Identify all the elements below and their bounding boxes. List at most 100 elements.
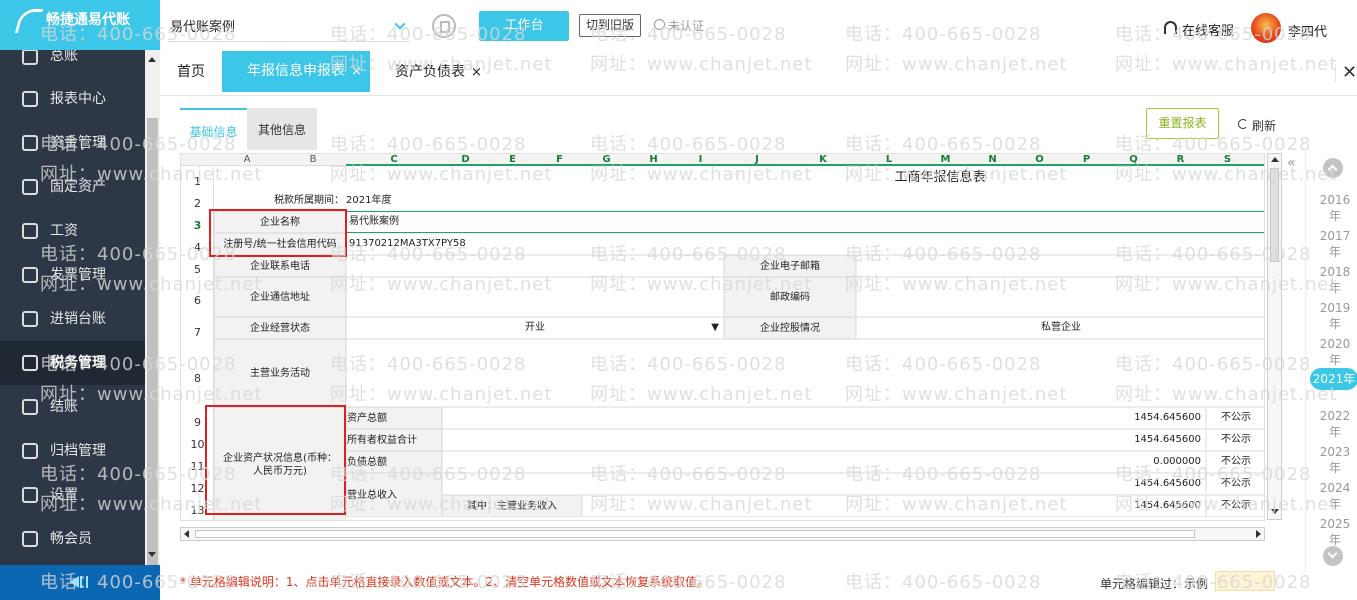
period-label: 税款所属期间： <box>274 195 344 206</box>
scroll-thumb[interactable] <box>195 530 1195 538</box>
row-number[interactable]: 5 <box>181 263 214 276</box>
holding-value[interactable]: 私营企业 <box>856 317 1264 339</box>
sidebar-item-label: 进销台账 <box>50 311 106 327</box>
sidebar-item-member[interactable]: 畅会员 <box>0 517 145 561</box>
spreadsheet[interactable]: A B C D E F G H I J K L M N O P Q R S 1 … <box>180 153 1265 521</box>
status-select[interactable]: 开业 ▼ <box>346 317 724 339</box>
finance-value[interactable]: 1454.645600 <box>442 407 1206 429</box>
reg-no-cell[interactable]: 91370212MA3TX7PY58 <box>346 233 1264 255</box>
finance-label: 营业总收入 <box>346 473 442 517</box>
column-b[interactable]: B <box>280 154 346 166</box>
year-up-button[interactable] <box>1323 158 1343 178</box>
edit-instructions: * 单元格编辑说明：1、点击单元格直接录入数值或文本。2、清空单元格数值或文本恢… <box>180 575 710 589</box>
phone-cell[interactable] <box>346 255 724 277</box>
public-flag[interactable]: 不公示 <box>1206 429 1264 451</box>
year-item[interactable]: 2024年 <box>1315 481 1355 512</box>
finance-value[interactable]: 0.000000 <box>442 451 1206 473</box>
period-value[interactable]: 2021年度 <box>346 191 546 211</box>
reset-report-button[interactable]: 重置报表 <box>1146 108 1219 139</box>
account-select[interactable]: 易代账案例 <box>168 14 410 42</box>
tab-home[interactable]: 首页 <box>177 50 205 95</box>
public-flag[interactable]: 不公示 <box>1206 473 1264 495</box>
collapse-rail-icon[interactable]: « <box>1287 155 1296 171</box>
calendar-icon[interactable] <box>432 14 456 38</box>
dropdown-arrow-icon[interactable]: ▼ <box>711 318 719 338</box>
year-down-button[interactable] <box>1323 546 1343 566</box>
column-a[interactable]: A <box>214 154 280 166</box>
sidebar-scrollbar[interactable] <box>145 50 160 596</box>
year-item-active[interactable]: 2021年 <box>1310 368 1357 390</box>
sidebar-item-close-books[interactable]: 结账 <box>0 385 145 429</box>
brand-logo[interactable]: 畅捷通易代账 <box>0 0 160 50</box>
edited-cell-sample <box>1215 571 1275 591</box>
sidebar-item-inventory[interactable]: 进销台账 <box>0 297 145 341</box>
sidebar-item-fixed-assets[interactable]: 固定资产 <box>0 165 145 209</box>
online-service-link[interactable]: 在线客服 <box>1164 20 1234 39</box>
sheet-vertical-scrollbar[interactable] <box>1267 153 1282 520</box>
public-flag[interactable]: 不公示 <box>1206 495 1264 517</box>
close-all-tabs-icon[interactable]: ✕ <box>1335 64 1357 82</box>
scroll-right-icon[interactable] <box>1256 530 1261 538</box>
sidebar-item-funds[interactable]: 资金管理 <box>0 121 145 165</box>
row-number[interactable]: 6 <box>181 294 214 307</box>
tab-balance-sheet[interactable]: 资产负债表 × <box>395 50 482 95</box>
online-service-label: 在线客服 <box>1182 24 1235 39</box>
postcode-cell[interactable] <box>856 277 1264 317</box>
collapse-arrow-icon <box>70 576 79 588</box>
verify-label: 未认证 <box>668 19 705 33</box>
postcode-label: 邮政编码 <box>724 277 856 317</box>
close-icon[interactable]: × <box>471 65 482 80</box>
year-item[interactable]: 2018年 <box>1315 265 1355 296</box>
verify-status[interactable]: 未认证 <box>654 17 704 34</box>
company-name-cell[interactable]: 易代账案例 <box>346 211 1264 233</box>
public-flag[interactable]: 不公示 <box>1206 407 1264 429</box>
scroll-down-icon[interactable] <box>1271 509 1279 514</box>
archive-icon <box>22 443 38 459</box>
year-item[interactable]: 2023年 <box>1315 445 1355 476</box>
year-item[interactable]: 2022年 <box>1315 409 1355 440</box>
address-label: 企业通信地址 <box>214 277 346 317</box>
sidebar-item-reports[interactable]: 报表中心 <box>0 77 145 121</box>
sidebar-item-salary[interactable]: 工资 <box>0 209 145 253</box>
finance-value[interactable]: 1454.645600 <box>582 495 1206 517</box>
sidebar-item-invoices[interactable]: 发票管理 <box>0 253 145 297</box>
scroll-thumb[interactable] <box>147 118 158 596</box>
finance-label: 所有者权益合计 <box>346 429 442 451</box>
subtab-other-info[interactable]: 其他信息 <box>247 108 317 150</box>
year-item[interactable]: 2017年 <box>1315 229 1355 260</box>
finance-value[interactable]: 1454.645600 <box>442 429 1206 451</box>
switch-old-version-button[interactable]: 切到旧版 <box>579 14 641 37</box>
sheet-horizontal-scrollbar[interactable] <box>180 527 1265 541</box>
public-flag[interactable]: 不公示 <box>1206 451 1264 473</box>
sidebar-item-settings[interactable]: 设置 <box>0 473 145 517</box>
scroll-down-icon[interactable] <box>148 552 156 557</box>
year-item[interactable]: 2020年 <box>1315 337 1355 368</box>
row-number[interactable]: 8 <box>181 372 214 385</box>
refresh-label: 刷新 <box>1252 119 1277 133</box>
sidebar-item-label: 设置 <box>50 487 78 503</box>
scroll-left-icon[interactable] <box>184 530 189 538</box>
scroll-up-icon[interactable] <box>1271 157 1279 162</box>
year-item[interactable]: 2025年 <box>1315 517 1355 548</box>
sidebar-item-tax[interactable]: 税务管理 <box>0 341 145 385</box>
subtab-basic-info[interactable]: 基础信息 <box>180 108 247 150</box>
sidebar-item-archive[interactable]: 归档管理 <box>0 429 145 473</box>
refresh-button[interactable]: 刷新 <box>1238 117 1276 134</box>
tab-annual-report[interactable]: 年报信息申报表 × <box>222 51 370 92</box>
close-icon[interactable]: × <box>351 64 362 79</box>
collapse-sidebar-button[interactable] <box>0 565 160 600</box>
finance-value[interactable]: 1454.645600 <box>442 473 1206 495</box>
workbench-button[interactable]: 工作台 <box>479 11 569 41</box>
asset-icon <box>22 179 38 195</box>
year-item[interactable]: 2016年 <box>1315 193 1355 224</box>
row-number[interactable]: 7 <box>181 326 214 339</box>
year-item[interactable]: 2019年 <box>1315 301 1355 332</box>
scroll-thumb[interactable] <box>1270 168 1279 262</box>
email-cell[interactable] <box>856 255 1264 277</box>
user-name[interactable]: 李四代 <box>1288 21 1327 40</box>
address-cell[interactable] <box>346 277 724 317</box>
scroll-up-icon[interactable] <box>148 57 156 62</box>
business-cell[interactable] <box>346 339 1264 407</box>
row-number[interactable]: 1 <box>181 175 214 188</box>
avatar[interactable] <box>1251 13 1281 43</box>
